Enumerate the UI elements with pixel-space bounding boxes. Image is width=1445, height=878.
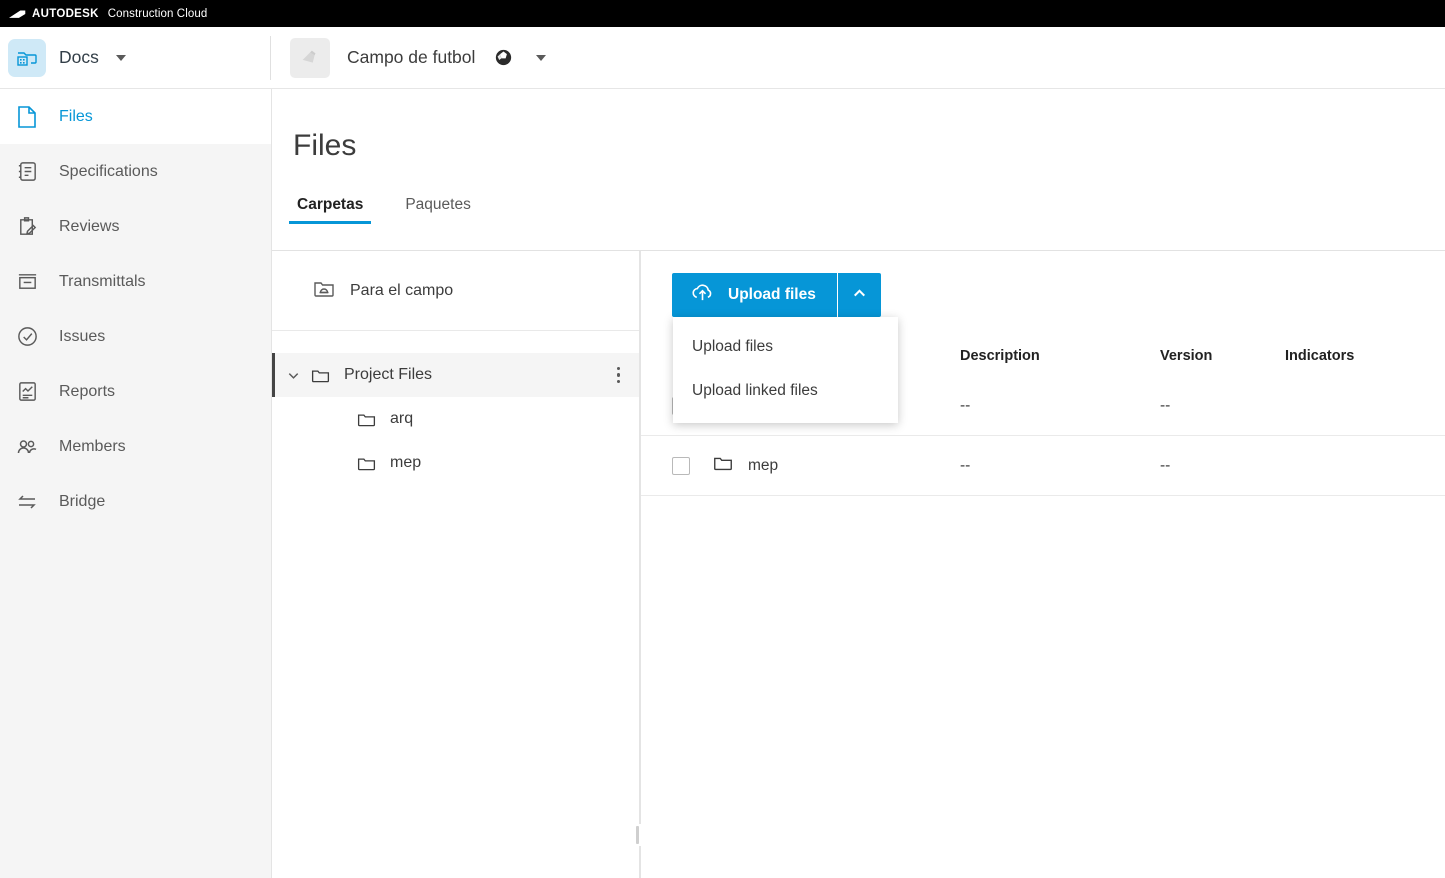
file-toolbar: Upload files Upload files Upload linked … bbox=[641, 251, 1445, 423]
people-icon bbox=[14, 434, 40, 460]
autodesk-mark-icon bbox=[9, 9, 26, 18]
primary-sidebar: Files Specifications Reviews Transmittal… bbox=[0, 89, 272, 878]
kebab-menu-icon[interactable] bbox=[616, 366, 620, 384]
check-circle-icon bbox=[14, 324, 40, 350]
sidebar-item-members[interactable]: Members bbox=[0, 419, 271, 474]
sidebar-item-label: Specifications bbox=[59, 162, 158, 180]
upload-dropdown-menu: Upload files Upload linked files bbox=[673, 317, 898, 423]
specifications-icon bbox=[14, 159, 40, 185]
sidebar-item-label: Reports bbox=[59, 382, 116, 400]
row-description: -- bbox=[960, 456, 971, 474]
chevron-down-icon bbox=[115, 54, 126, 61]
folder-hardhat-icon bbox=[312, 276, 336, 305]
sidebar-item-label: Files bbox=[59, 107, 93, 125]
folder-icon bbox=[712, 452, 734, 479]
sidebar-item-reports[interactable]: Reports bbox=[0, 364, 271, 419]
sidebar-item-bridge[interactable]: Bridge bbox=[0, 474, 271, 529]
sidebar-item-label: Issues bbox=[59, 327, 106, 345]
row-name-cell: mep bbox=[712, 452, 960, 479]
upload-files-button[interactable]: Upload files bbox=[672, 273, 837, 317]
row-checkbox-cell bbox=[672, 456, 712, 475]
tree-item-label: mep bbox=[390, 454, 422, 471]
tab-carpetas[interactable]: Carpetas bbox=[288, 196, 372, 224]
column-header-version[interactable]: Version bbox=[1160, 348, 1285, 364]
sidebar-item-specifications[interactable]: Specifications bbox=[0, 144, 271, 199]
bridge-arrows-icon bbox=[14, 489, 40, 515]
app-header: Docs Campo de futbol bbox=[0, 27, 1445, 89]
tab-paquetes[interactable]: Paquetes bbox=[401, 196, 475, 224]
row-description: -- bbox=[960, 396, 971, 414]
soccer-ball-icon bbox=[496, 49, 512, 66]
table-row[interactable]: mep -- -- bbox=[641, 436, 1445, 496]
module-switcher[interactable]: Docs bbox=[0, 27, 262, 89]
tree-item-label: arq bbox=[390, 410, 414, 427]
header-divider bbox=[270, 35, 271, 80]
folder-tree-pane: Para el campo Project Files arq mep bbox=[272, 251, 645, 878]
row-version: -- bbox=[1160, 456, 1171, 474]
sidebar-item-label: Transmittals bbox=[59, 272, 146, 290]
clipboard-pencil-icon bbox=[14, 214, 40, 240]
chevron-up-icon bbox=[851, 285, 868, 305]
upload-split-button: Upload files Upload files Upload linked … bbox=[672, 273, 898, 423]
main-content: Files Carpetas Paquetes Para el campo Pr… bbox=[272, 89, 1445, 878]
sidebar-item-issues[interactable]: Issues bbox=[0, 309, 271, 364]
folder-icon bbox=[356, 409, 377, 430]
file-list-pane: Upload files Upload files Upload linked … bbox=[641, 251, 1445, 878]
sidebar-item-label: Bridge bbox=[59, 492, 106, 510]
row-version: -- bbox=[1160, 396, 1171, 414]
cloud-upload-icon bbox=[690, 282, 715, 308]
tree-item-mep[interactable]: mep bbox=[272, 441, 640, 485]
chevron-down-icon[interactable] bbox=[280, 368, 306, 383]
split-panes: Para el campo Project Files arq mep Uplo… bbox=[272, 251, 1445, 878]
tree-item-para-el-campo[interactable]: Para el campo bbox=[272, 251, 640, 331]
tree-item-project-files[interactable]: Project Files bbox=[272, 353, 640, 397]
autodesk-brand-bar: AUTODESK Construction Cloud bbox=[0, 0, 1445, 27]
project-placeholder-icon bbox=[290, 37, 330, 78]
docs-building-folder-icon bbox=[8, 38, 46, 77]
product-name: Construction Cloud bbox=[107, 7, 208, 20]
file-icon bbox=[14, 104, 40, 130]
folder-icon bbox=[310, 365, 331, 386]
module-label: Docs bbox=[59, 47, 99, 67]
sidebar-item-files[interactable]: Files bbox=[0, 89, 271, 144]
application-window: AUTODESK Construction Cloud Docs Campo d… bbox=[0, 0, 1445, 878]
page-title: Files bbox=[293, 129, 357, 162]
menu-item-upload-linked-files[interactable]: Upload linked files bbox=[673, 369, 898, 413]
menu-item-upload-files[interactable]: Upload files bbox=[673, 325, 898, 369]
column-header-description[interactable]: Description bbox=[960, 348, 1160, 364]
folder-icon bbox=[356, 453, 377, 474]
report-chart-icon bbox=[14, 379, 40, 405]
upload-options-toggle[interactable] bbox=[836, 273, 881, 317]
sidebar-item-label: Members bbox=[59, 437, 126, 455]
upload-files-label: Upload files bbox=[728, 286, 816, 303]
tree-item-label: Para el campo bbox=[350, 281, 454, 299]
transmittals-box-icon bbox=[14, 269, 40, 295]
sidebar-item-transmittals[interactable]: Transmittals bbox=[0, 254, 271, 309]
project-selector[interactable]: Campo de futbol bbox=[290, 37, 547, 78]
autodesk-logo[interactable]: AUTODESK Construction Cloud bbox=[9, 8, 207, 20]
row-name-label: mep bbox=[748, 456, 779, 474]
column-header-indicators[interactable]: Indicators bbox=[1285, 348, 1445, 364]
tree-item-arq[interactable]: arq bbox=[272, 397, 640, 441]
project-chevron-down-icon bbox=[536, 54, 547, 61]
row-checkbox[interactable] bbox=[672, 456, 690, 475]
content-tabs: Carpetas Paquetes bbox=[272, 188, 1445, 224]
sidebar-item-label: Reviews bbox=[59, 217, 120, 235]
tree-gap bbox=[272, 331, 640, 353]
sidebar-item-reviews[interactable]: Reviews bbox=[0, 199, 271, 254]
project-name: Campo de futbol bbox=[347, 47, 476, 67]
tree-item-label: Project Files bbox=[344, 366, 433, 383]
autodesk-wordmark: AUTODESK bbox=[32, 7, 99, 20]
